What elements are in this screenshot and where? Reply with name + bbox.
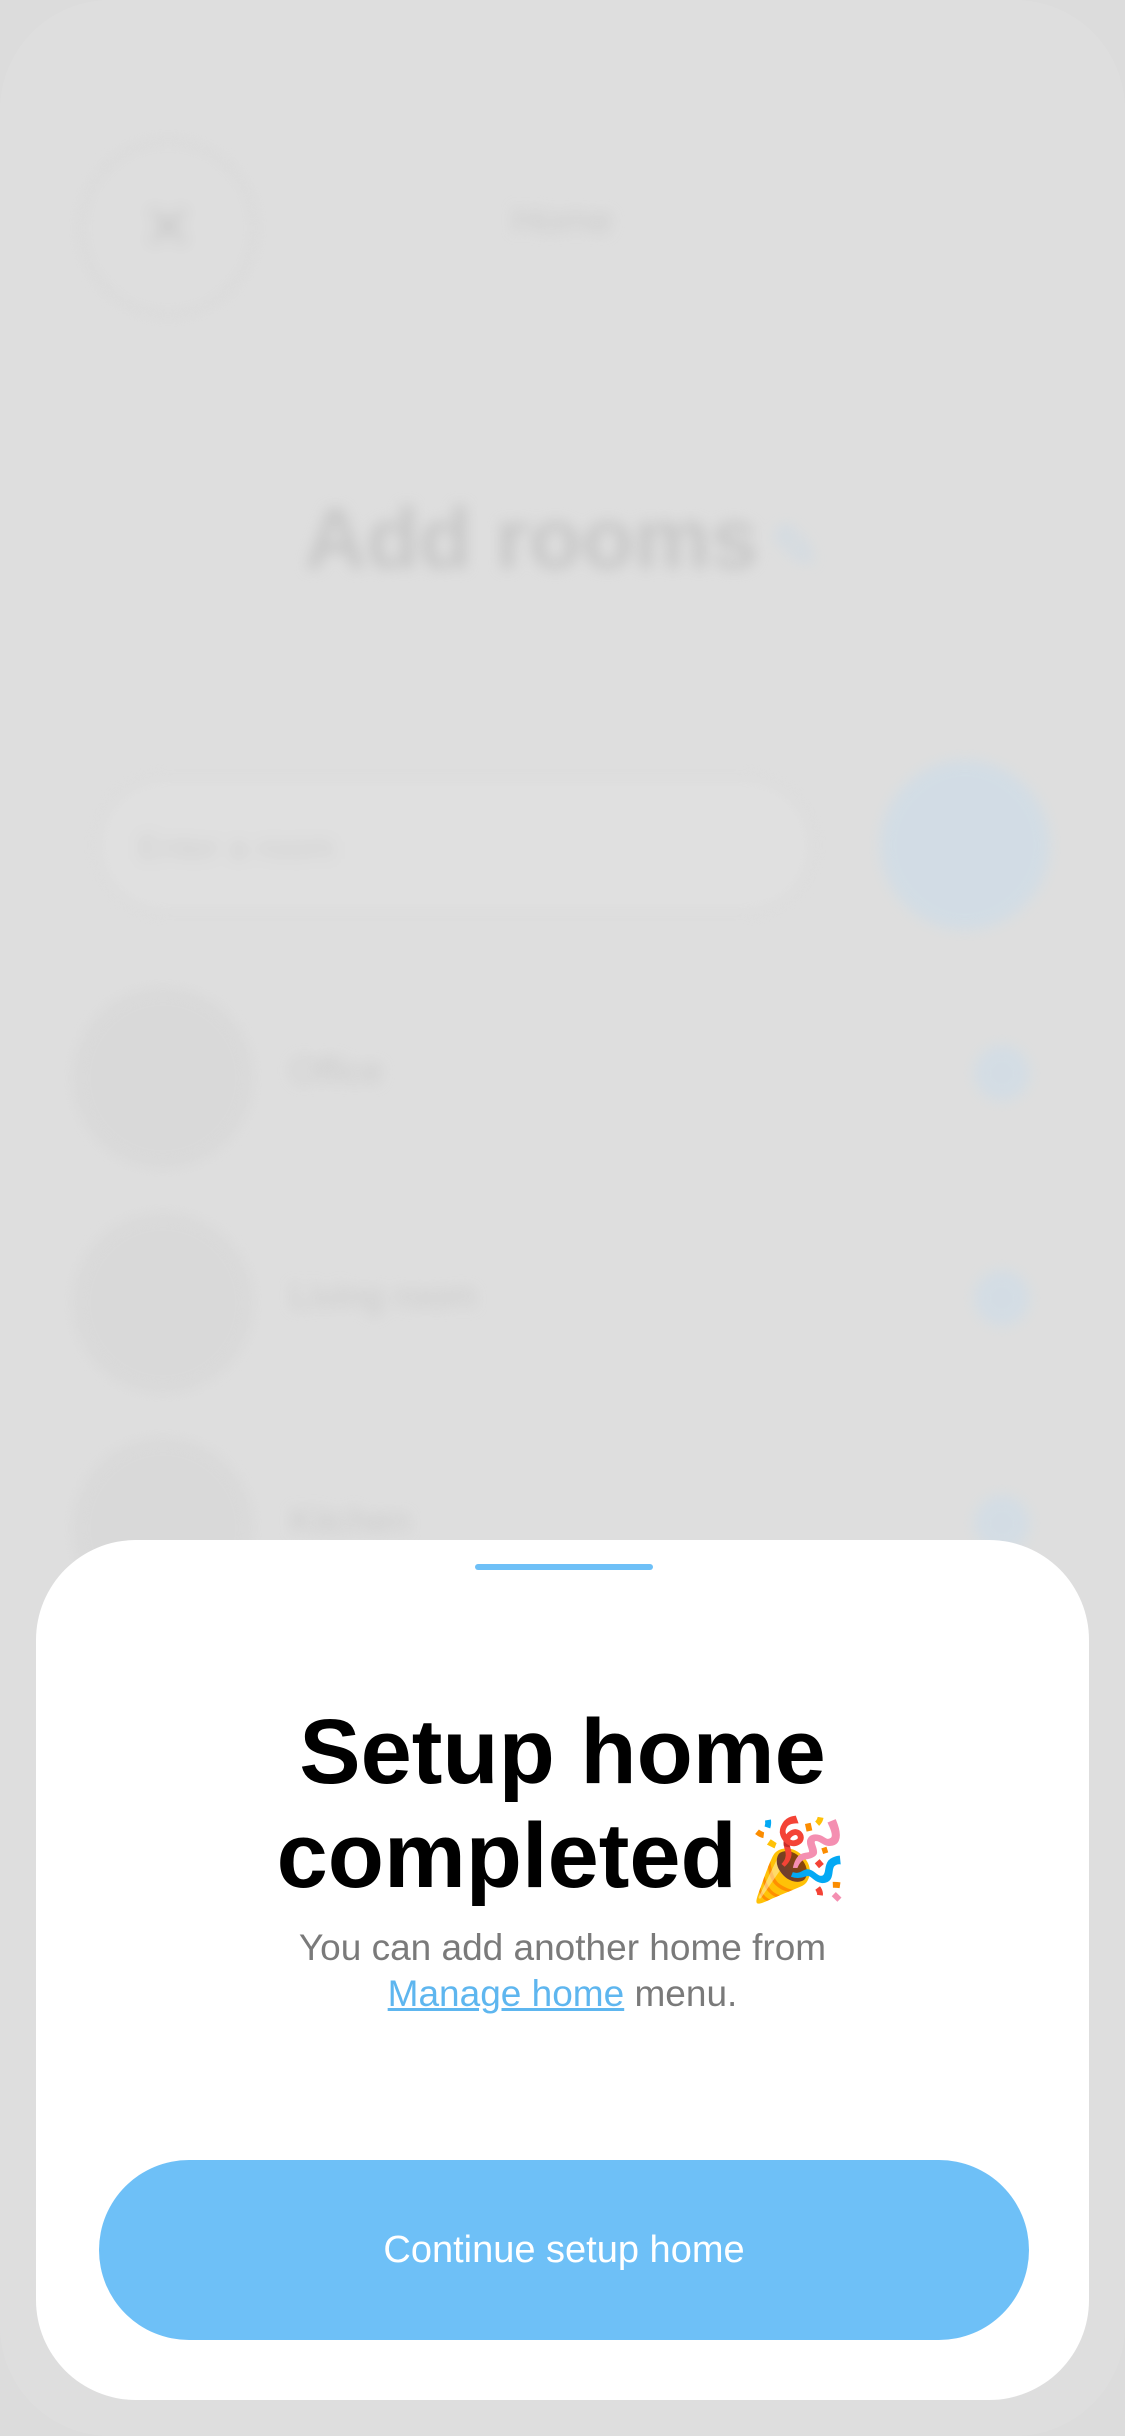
check-icon	[974, 1045, 1030, 1101]
app-screen: ✕ Home Add rooms ✎ Enter a room Office Li…	[0, 0, 1125, 2436]
list-item[interactable]: Office	[70, 990, 1050, 1166]
subtitle-line2: Manage home menu.	[36, 1971, 1089, 2017]
room-label: Kitchen	[290, 1500, 411, 1541]
edit-icon: ✎	[770, 514, 821, 581]
sheet-title: Setup home completed 🎉	[36, 1700, 1089, 1912]
room-icon	[75, 1215, 251, 1391]
list-item[interactable]: Living room	[70, 1215, 1050, 1391]
room-name-input[interactable]: Enter a room	[95, 775, 815, 915]
page-title: Add rooms ✎	[0, 490, 1125, 589]
sheet-title-line1: Setup home	[299, 1701, 826, 1803]
check-icon	[974, 1270, 1030, 1326]
manage-home-link[interactable]: Manage home	[388, 1973, 625, 2014]
sheet-drag-handle[interactable]	[475, 1564, 653, 1570]
subtitle-line1: You can add another home from	[298, 1927, 827, 1968]
room-label: Living room	[290, 1275, 477, 1316]
party-popper-icon: 🎉	[748, 1815, 849, 1904]
continue-setup-button[interactable]: Continue setup home	[99, 2160, 1029, 2340]
sheet-title-line2-wrap: completed 🎉	[36, 1804, 1089, 1912]
page-title-text: Add rooms	[304, 491, 759, 587]
add-room-button[interactable]	[880, 760, 1050, 930]
room-label: Office	[290, 1050, 384, 1091]
header-title: Home	[511, 200, 614, 242]
sheet-subtitle: You can add another home from Manage hom…	[36, 1925, 1089, 2017]
room-icon	[75, 990, 251, 1166]
completion-bottom-sheet: Setup home completed 🎉 You can add anothe…	[36, 1540, 1089, 2400]
sheet-title-line2: completed	[276, 1805, 737, 1907]
subtitle-tail: menu.	[624, 1973, 738, 2014]
